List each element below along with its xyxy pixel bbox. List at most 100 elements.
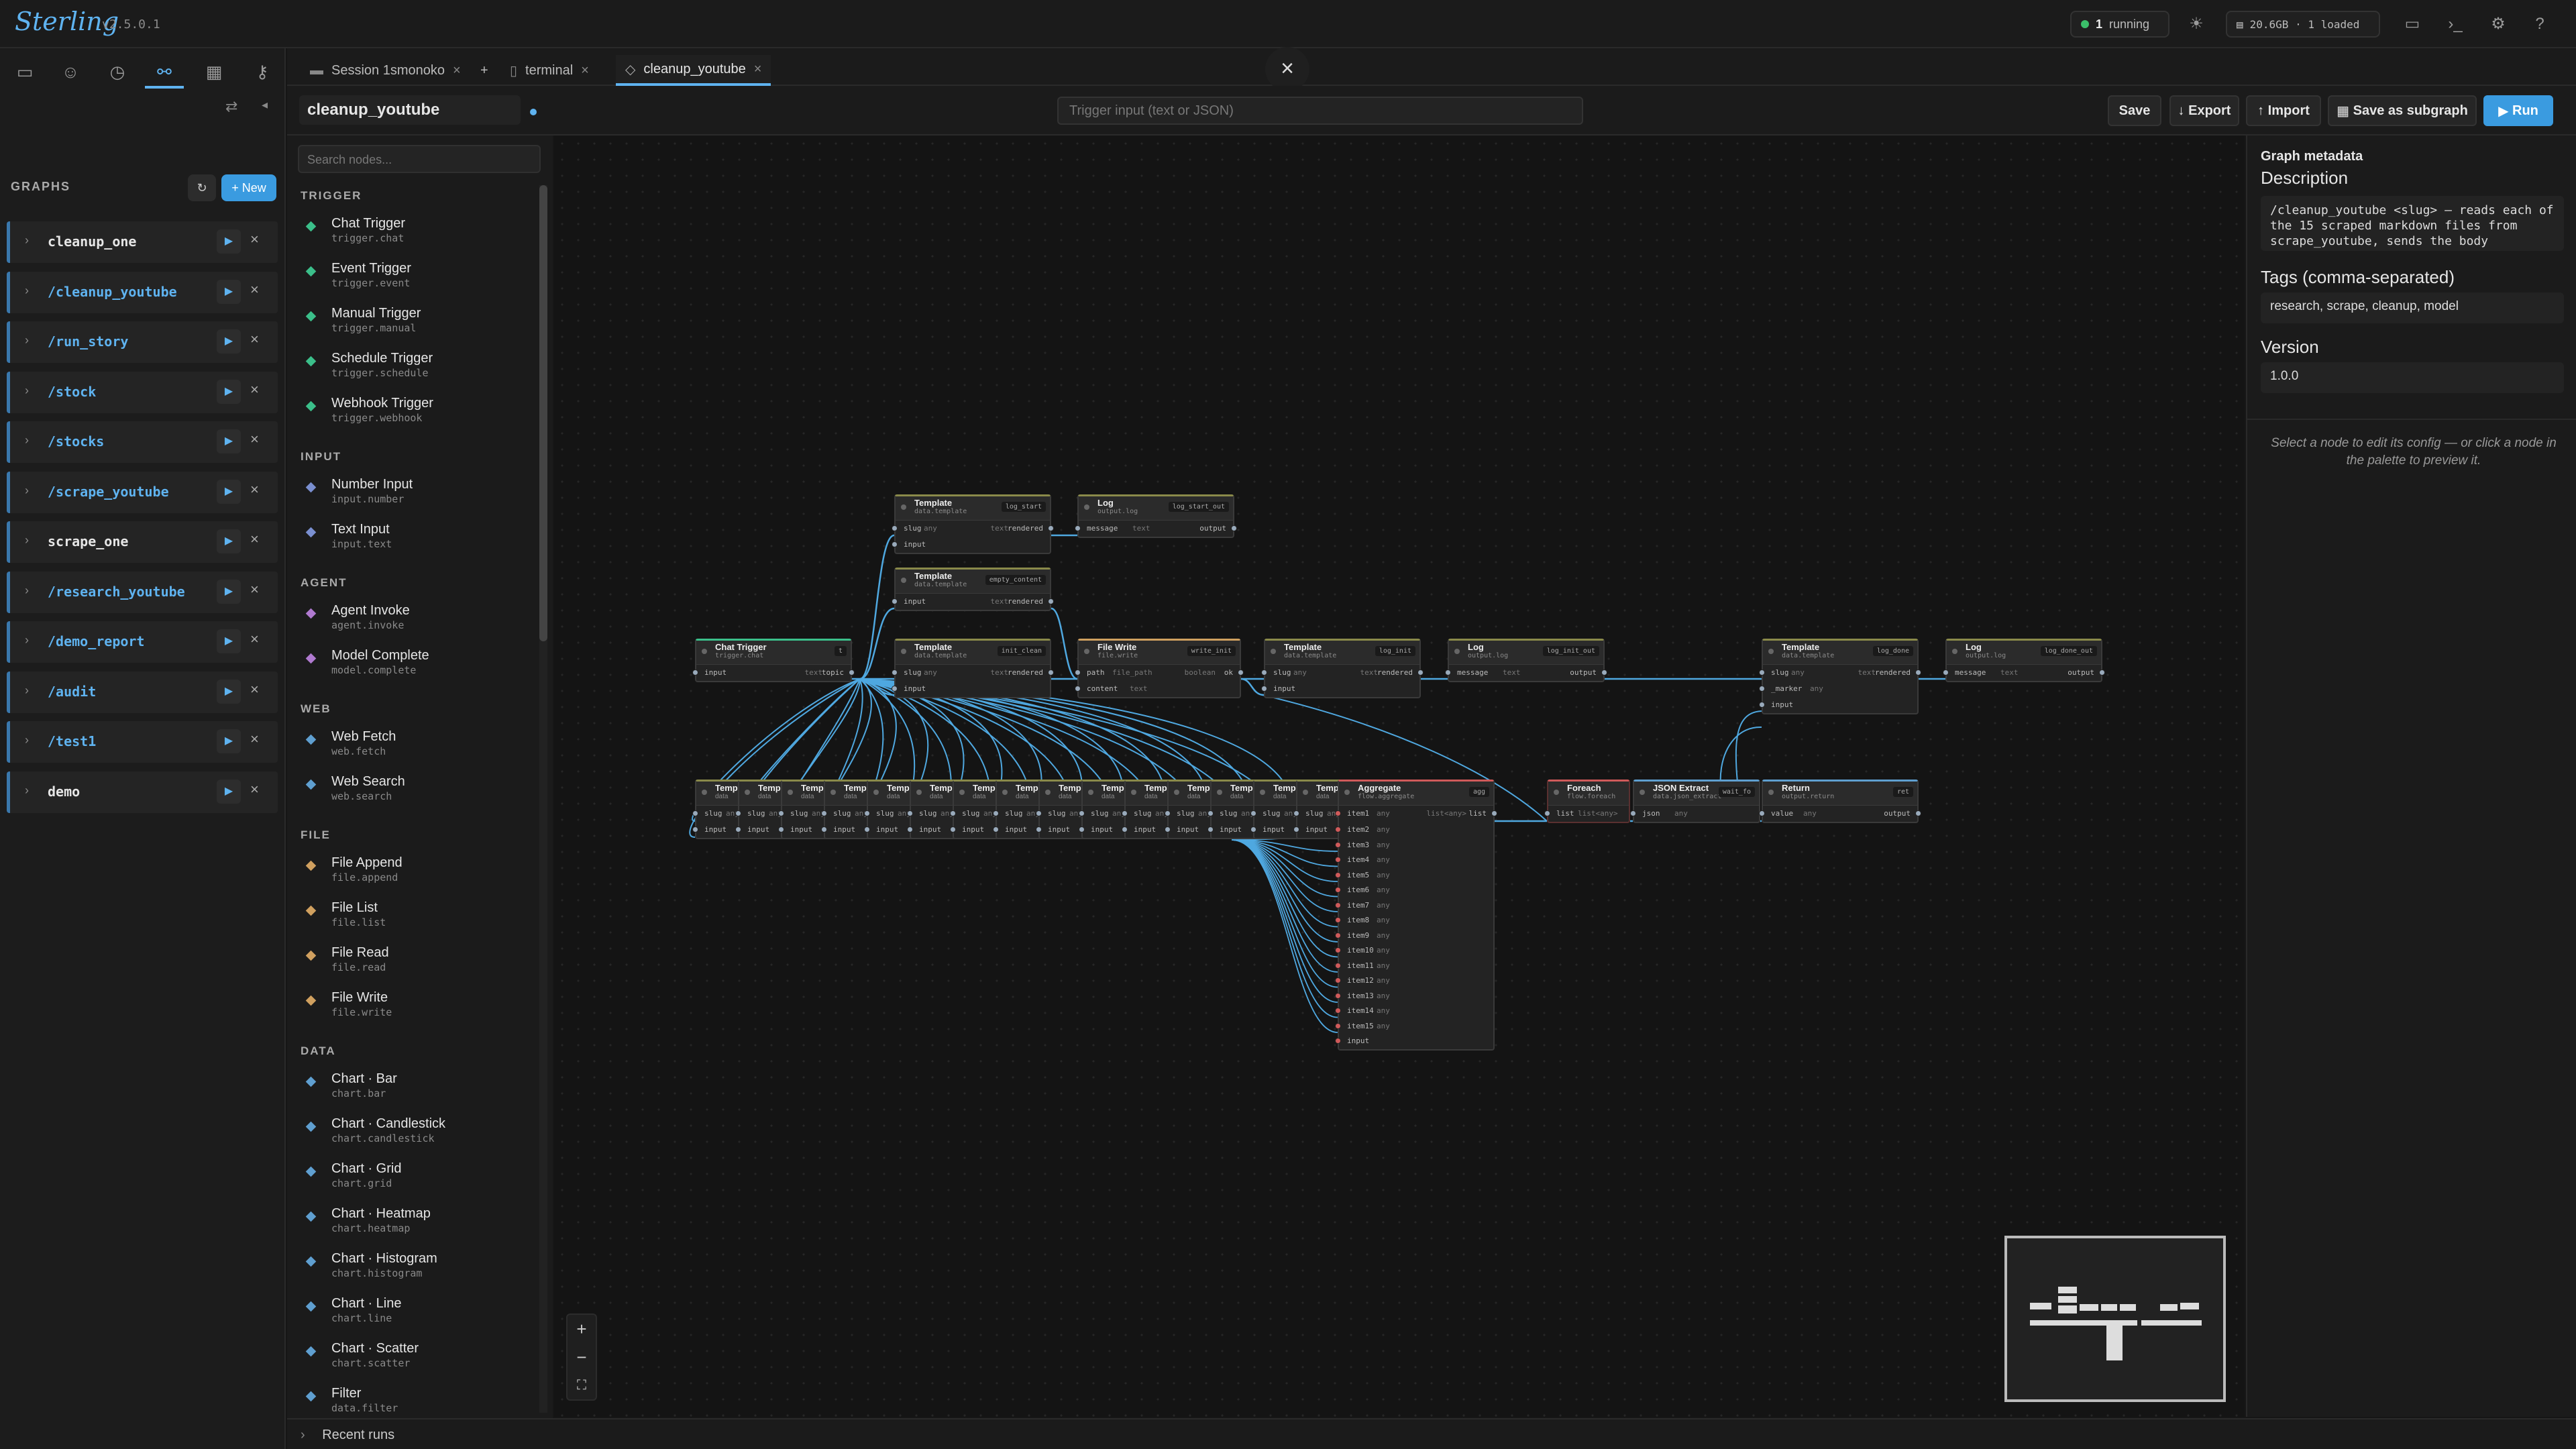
node-tpl-empty[interactable]: Template data.template empty_content input t… <box>892 568 1054 611</box>
run-graph-play-icon[interactable]: ▶ <box>217 379 241 404</box>
swap-icon[interactable]: ⇄ <box>225 98 237 115</box>
output-port-handle[interactable] <box>1238 669 1244 676</box>
run-graph-play-icon[interactable]: ▶ <box>217 679 241 704</box>
graph-list-item[interactable]: › cleanup_one ▶ × <box>7 221 278 263</box>
graph-list-item[interactable]: › /stocks ▶ × <box>7 421 278 463</box>
node-chat-trigger[interactable]: Chat Trigger trigger.chat t input text topic <box>692 639 855 682</box>
sun-icon[interactable]: ☀ <box>2184 12 2208 36</box>
input-port-handle[interactable] <box>1335 857 1341 863</box>
minimap[interactable] <box>2004 1236 2226 1402</box>
node-aggregate[interactable]: Aggregate flow.aggregate agg item1 any list<a… <box>1335 780 1497 1051</box>
delete-graph-close-icon[interactable]: × <box>250 281 259 299</box>
run-graph-play-icon[interactable]: ▶ <box>217 229 241 254</box>
input-port-handle[interactable] <box>1335 947 1341 953</box>
input-port-handle[interactable] <box>1208 826 1214 833</box>
input-port-handle[interactable] <box>821 826 827 833</box>
zoom-in-button[interactable]: + <box>568 1315 596 1343</box>
input-port-handle[interactable] <box>1335 932 1341 938</box>
node-tpl-init[interactable]: Template data.template init_clean slug any te… <box>892 639 1054 698</box>
input-port-handle[interactable] <box>864 810 870 816</box>
calendar-icon[interactable]: ▦ <box>195 55 233 89</box>
close-icon[interactable]: × <box>453 63 461 78</box>
input-port-handle[interactable] <box>993 810 999 816</box>
input-port-handle[interactable] <box>1165 810 1171 816</box>
input-port-handle[interactable] <box>1075 525 1081 531</box>
chevron-right-icon[interactable]: › <box>25 433 29 447</box>
input-port-handle[interactable] <box>907 810 913 816</box>
input-port-handle[interactable] <box>950 826 956 833</box>
edge[interactable] <box>1231 839 1338 898</box>
input-port-handle[interactable] <box>1079 826 1085 833</box>
input-port-handle[interactable] <box>1759 669 1765 676</box>
graph-list-item[interactable]: › /test1 ▶ × <box>7 721 278 763</box>
graph-list-item[interactable]: › demo ▶ × <box>7 771 278 813</box>
close-icon[interactable]: × <box>754 62 762 77</box>
history-icon[interactable]: ◷ <box>98 55 137 89</box>
tab-cleanup-youtube[interactable]: ◇ cleanup_youtube × <box>616 55 771 86</box>
graph-list-item[interactable]: › /scrape_youtube ▶ × <box>7 471 278 513</box>
export-button[interactable]: ↓ Export <box>2169 95 2239 126</box>
delete-graph-close-icon[interactable]: × <box>250 381 259 398</box>
input-port-handle[interactable] <box>1759 702 1765 708</box>
run-graph-play-icon[interactable]: ▶ <box>217 479 241 504</box>
input-port-handle[interactable] <box>1335 917 1341 923</box>
input-port-handle[interactable] <box>907 826 913 833</box>
input-port-handle[interactable] <box>892 541 898 547</box>
graph-list-item[interactable]: › /audit ▶ × <box>7 671 278 713</box>
input-port-handle[interactable] <box>1122 810 1128 816</box>
input-port-handle[interactable] <box>1079 810 1085 816</box>
input-port-handle[interactable] <box>692 826 698 833</box>
graph-list-item[interactable]: › scrape_one ▶ × <box>7 521 278 563</box>
input-port-handle[interactable] <box>735 810 741 816</box>
delete-graph-close-icon[interactable]: × <box>250 481 259 498</box>
node-foreach[interactable]: Foreach flow.foreach list list<any> <box>1544 780 1630 823</box>
input-port-handle[interactable] <box>1630 810 1636 816</box>
settings-gear-icon[interactable]: ⚙ <box>2486 12 2510 36</box>
node-search-input[interactable]: Search nodes... <box>298 145 541 173</box>
chevron-right-icon[interactable]: › <box>25 633 29 647</box>
input-port-handle[interactable] <box>735 826 741 833</box>
graph-list-item[interactable]: › /research_youtube ▶ × <box>7 571 278 613</box>
input-port-handle[interactable] <box>1261 669 1267 676</box>
input-port-handle[interactable] <box>1335 1038 1341 1044</box>
graph-icon[interactable]: ⚯ <box>145 55 184 89</box>
edge[interactable] <box>1231 839 1338 1018</box>
output-port-handle[interactable] <box>1417 669 1424 676</box>
graph-name-field[interactable]: cleanup_youtube <box>299 95 521 125</box>
run-graph-play-icon[interactable]: ▶ <box>217 629 241 653</box>
input-port-handle[interactable] <box>1335 902 1341 908</box>
node-log-done[interactable]: Log output.log log_done_out message text outp… <box>1943 639 2105 682</box>
node-file-write[interactable]: File Write file.write write_init path file_p… <box>1075 639 1244 698</box>
delete-graph-close-icon[interactable]: × <box>250 531 259 548</box>
chevron-right-icon[interactable]: › <box>25 484 29 498</box>
save-button[interactable]: Save <box>2108 95 2161 126</box>
graph-list-item[interactable]: › /demo_report ▶ × <box>7 621 278 663</box>
description-textarea[interactable]: /cleanup_youtube <slug> — reads each of … <box>2261 196 2564 251</box>
output-port-handle[interactable] <box>1048 669 1054 676</box>
delete-graph-close-icon[interactable]: × <box>250 731 259 748</box>
edge[interactable] <box>1051 607 1078 680</box>
tab-session[interactable]: ▬ Session 1smonoko × <box>301 55 470 86</box>
user-icon[interactable]: ☺ <box>51 55 90 89</box>
memory-indicator[interactable]: ▤ 20.6GB · 1 loaded <box>2226 11 2380 38</box>
chevron-right-icon[interactable]: › <box>25 233 29 248</box>
input-port-handle[interactable] <box>1293 810 1299 816</box>
node-log-init[interactable]: Log output.log log_init_out message text outp… <box>1445 639 1607 682</box>
input-port-handle[interactable] <box>692 810 698 816</box>
graph-list-item[interactable]: › /run_story ▶ × <box>7 321 278 363</box>
output-port-handle[interactable] <box>1915 669 1921 676</box>
graph-list-item[interactable]: › /stock ▶ × <box>7 371 278 413</box>
chevron-right-icon[interactable]: › <box>25 384 29 398</box>
input-port-handle[interactable] <box>1335 887 1341 893</box>
folder-icon[interactable]: ▭ <box>5 55 44 89</box>
node-ret[interactable]: Return output.return ret value any output <box>1759 780 1921 823</box>
key-icon[interactable]: ⚷ <box>243 55 282 89</box>
input-port-handle[interactable] <box>1544 810 1550 816</box>
input-port-handle[interactable] <box>1165 826 1171 833</box>
input-port-handle[interactable] <box>1335 841 1341 848</box>
input-port-handle[interactable] <box>1445 669 1451 676</box>
output-port-handle[interactable] <box>1491 810 1497 816</box>
run-graph-play-icon[interactable]: ▶ <box>217 329 241 354</box>
edge[interactable] <box>859 534 895 680</box>
run-graph-play-icon[interactable]: ▶ <box>217 529 241 553</box>
